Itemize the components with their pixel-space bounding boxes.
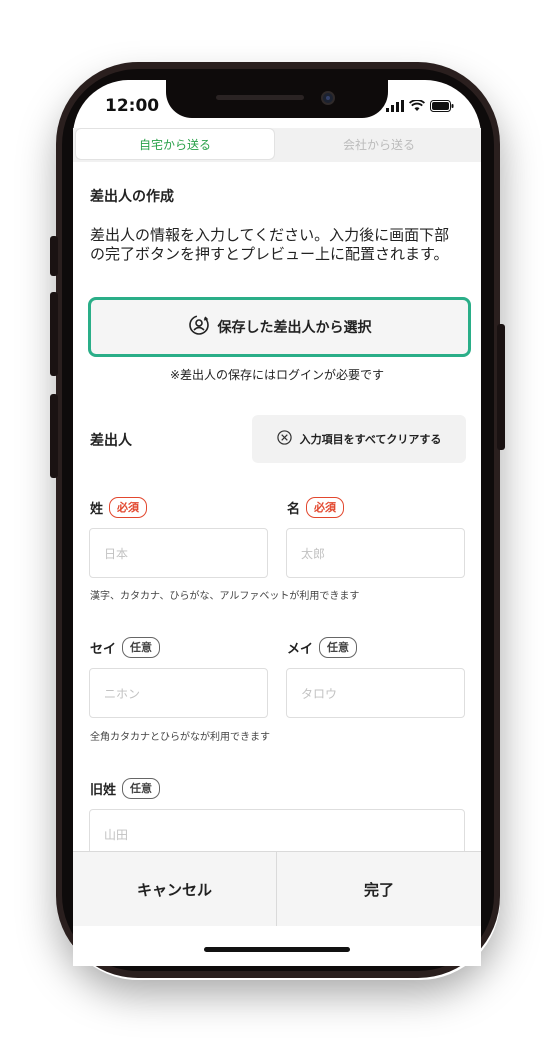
tab-home[interactable]: 自宅から送る <box>75 128 275 160</box>
status-time: 12:00 <box>105 96 160 116</box>
bottom-action-bar: キャンセル 完了 <box>73 851 481 927</box>
optional-badge: 任意 <box>319 637 358 658</box>
section-description: 差出人の情報を入力してください。入力後に画面下部の完了ボタンを押すとプレビュー上… <box>90 226 450 263</box>
cancel-button[interactable]: キャンセル <box>73 852 277 927</box>
last-name-label-row: 姓 必須 <box>90 497 148 518</box>
clear-all-label: 入力項目をすべてクリアする <box>299 433 442 446</box>
first-name-label: 名 <box>287 502 301 517</box>
home-indicator[interactable] <box>204 947 350 952</box>
clear-all-button[interactable]: 入力項目をすべてクリアする <box>252 415 466 463</box>
required-badge: 必須 <box>109 497 148 518</box>
tab-company[interactable]: 会社から送る <box>279 128 479 160</box>
sender-tabs: 自宅から送る 会社から送る <box>73 128 481 162</box>
optional-badge: 任意 <box>122 637 161 658</box>
first-name-kana-label: メイ <box>287 642 314 657</box>
saved-person-icon <box>188 314 210 340</box>
kana-help-text: 全角カタカナとひらがなが利用できます <box>90 732 270 743</box>
select-saved-sender-label: 保存した差出人から選択 <box>217 320 372 336</box>
name-help-text: 漢字、カタカナ、ひらがな、アルファベットが利用できます <box>90 591 360 602</box>
login-note: ※差出人の保存にはログインが必要です <box>169 368 385 382</box>
front-camera <box>321 91 335 105</box>
optional-badge: 任意 <box>122 778 161 799</box>
sender-heading: 差出人 <box>90 433 132 449</box>
section-title: 差出人の作成 <box>90 189 174 205</box>
last-name-kana-label: セイ <box>90 642 117 657</box>
mute-switch <box>50 236 58 276</box>
status-icons <box>386 96 454 116</box>
first-name-label-row: 名 必須 <box>287 497 345 518</box>
last-name-label: 姓 <box>90 502 104 517</box>
last-name-input[interactable]: 日本 <box>89 528 268 578</box>
maiden-name-label: 旧姓 <box>90 783 117 798</box>
select-saved-sender-button[interactable]: 保存した差出人から選択 <box>88 297 471 357</box>
done-button[interactable]: 完了 <box>277 852 481 927</box>
wifi-icon <box>408 97 426 116</box>
first-name-kana-label-row: メイ 任意 <box>287 637 358 658</box>
clear-circle-x-icon <box>276 430 292 448</box>
volume-up-button <box>50 292 58 376</box>
first-name-input[interactable]: 太郎 <box>286 528 465 578</box>
last-name-kana-label-row: セイ 任意 <box>90 637 161 658</box>
last-name-kana-input[interactable]: ニホン <box>89 668 268 718</box>
first-name-kana-input[interactable]: タロウ <box>286 668 465 718</box>
volume-down-button <box>50 394 58 478</box>
home-indicator-area <box>73 926 481 966</box>
speaker <box>216 95 304 100</box>
maiden-name-label-row: 旧姓 任意 <box>90 778 161 799</box>
signal-icon <box>386 97 404 116</box>
power-button <box>497 324 505 450</box>
battery-icon <box>430 97 454 116</box>
required-badge: 必須 <box>306 497 345 518</box>
